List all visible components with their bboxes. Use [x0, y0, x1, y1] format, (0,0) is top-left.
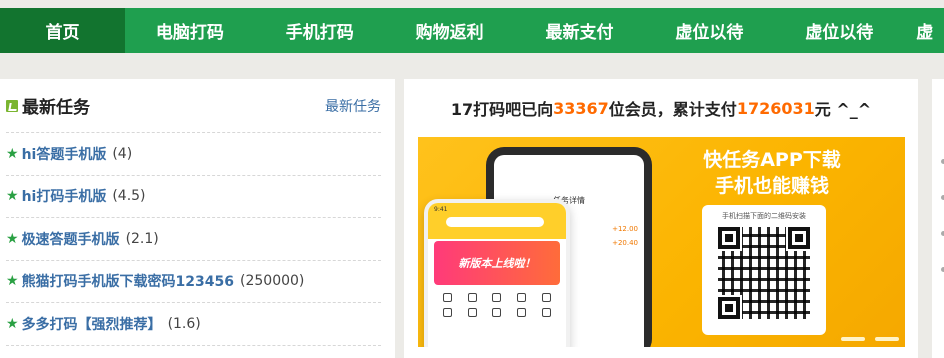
panel-header: 最新任务 最新任务 [6, 79, 381, 133]
app-icon [517, 308, 527, 317]
total-paid: 1726031 [736, 98, 815, 118]
member-count: 33367 [553, 98, 609, 118]
stats-banner-panel: 17打码吧已向 33367 位会员，累计支付 1726031 元 ^_^ 任务详… [404, 79, 918, 358]
coin-reward-1: +12.00 [612, 225, 638, 233]
task-item: ★ 多多打码【强烈推荐】 (1.6) [6, 303, 381, 346]
app-icon [442, 293, 452, 302]
task-item: ★ 极速答题手机版 (2.1) [6, 218, 381, 261]
carousel-dot[interactable] [841, 337, 865, 341]
task-link[interactable]: 极速答题手机版 [22, 229, 120, 249]
coin-reward-2: +20.40 [612, 239, 638, 247]
qr-finder-icon [716, 225, 742, 251]
nav-item-placeholder-1[interactable]: 虚位以待 [644, 8, 774, 53]
task-score: (2.1) [125, 230, 159, 247]
task-list: ★ hi答题手机版 (4) ★ hi打码手机版 (4.5) ★ 极速答题手机版 … [6, 133, 381, 346]
nav-item-placeholder-2[interactable]: 虚位以待 [774, 8, 904, 53]
star-icon: ★ [6, 273, 19, 290]
task-link[interactable]: hi答题手机版 [22, 144, 107, 164]
app-icon [492, 308, 502, 317]
task-item: ★ 熊猫打码手机版下载密码123456 (250000) [6, 261, 381, 303]
member-stats: 17打码吧已向 33367 位会员，累计支付 1726031 元 ^_^ [404, 79, 918, 137]
app-icon [442, 308, 452, 317]
more-tasks-link[interactable]: 最新任务 [325, 96, 381, 116]
star-icon: ★ [6, 188, 19, 205]
qr-code-icon [716, 225, 812, 321]
promo-text: 新版本上线啦！ [458, 257, 536, 270]
phone-search-bar [446, 217, 544, 227]
qr-finder-icon [786, 225, 812, 251]
stats-members-suffix: 位会员，累计支付 [608, 100, 737, 119]
promo-banner: 新版本上线啦！ [434, 241, 560, 285]
task-item: ★ hi答题手机版 (4) [6, 133, 381, 176]
panel-title-text: 最新任务 [22, 98, 90, 118]
nav-item-pc-captcha[interactable]: 电脑打码 [125, 8, 255, 53]
phone-status-bar: 9:41 [434, 206, 448, 213]
qr-finder-icon [716, 295, 742, 321]
app-icon-grid [428, 285, 566, 317]
nav-item-latest-payments[interactable]: 最新支付 [515, 8, 645, 53]
task-link[interactable]: 熊猫打码手机版下载密码123456 [22, 271, 234, 291]
app-icon [467, 308, 477, 317]
task-score: (1.6) [167, 315, 201, 332]
task-score: (4.5) [112, 188, 146, 205]
qr-card: 手机扫描下面的二维码安装 [702, 205, 826, 335]
app-icon [542, 308, 552, 317]
main-nav: 首页 电脑打码 手机打码 购物返利 最新支付 虚位以待 虚位以待 虚 [0, 8, 944, 53]
stats-prefix: 17打码吧已向 [450, 100, 554, 119]
headline-line-1: 快任务APP下载 [703, 149, 841, 171]
app-icon [517, 293, 527, 302]
app-icon [492, 293, 502, 302]
star-icon: ★ [6, 230, 19, 247]
task-score: (250000) [240, 273, 305, 290]
carousel-dot[interactable] [875, 337, 899, 341]
task-link[interactable]: 多多打码【强烈推荐】 [22, 314, 162, 334]
star-icon: ★ [6, 315, 19, 332]
panel-title: 最新任务 [6, 93, 90, 118]
app-icon [467, 293, 477, 302]
qr-caption: 手机扫描下面的二维码安装 [722, 212, 806, 220]
stats-paid-suffix: 元 ^_^ [814, 100, 872, 119]
latest-tasks-panel: 最新任务 最新任务 ★ hi答题手机版 (4) ★ hi打码手机版 (4.5) … [0, 79, 395, 358]
nav-item-shopping-rebate[interactable]: 购物返利 [385, 8, 515, 53]
nav-item-home[interactable]: 首页 [0, 8, 125, 53]
right-panel [932, 79, 944, 358]
banner-headline: 快任务APP下载 手机也能赚钱 [697, 147, 847, 199]
task-link[interactable]: hi打码手机版 [22, 186, 107, 206]
phone-front-image: 9:41 新版本上线啦！ [424, 199, 570, 347]
task-score: (4) [112, 145, 133, 162]
app-download-banner[interactable]: 任务详情 +12.00 +20.40 9:41 新版本上线啦！ 快任务APP下载… [418, 137, 905, 347]
headline-line-2: 手机也能赚钱 [714, 175, 829, 197]
nav-item-placeholder-3[interactable]: 虚 [904, 8, 944, 53]
carousel-indicators [841, 337, 899, 341]
new-flag-icon [6, 99, 18, 112]
app-icon [542, 293, 552, 302]
nav-item-mobile-captcha[interactable]: 手机打码 [255, 8, 385, 53]
star-icon: ★ [6, 145, 19, 162]
task-item: ★ hi打码手机版 (4.5) [6, 176, 381, 218]
